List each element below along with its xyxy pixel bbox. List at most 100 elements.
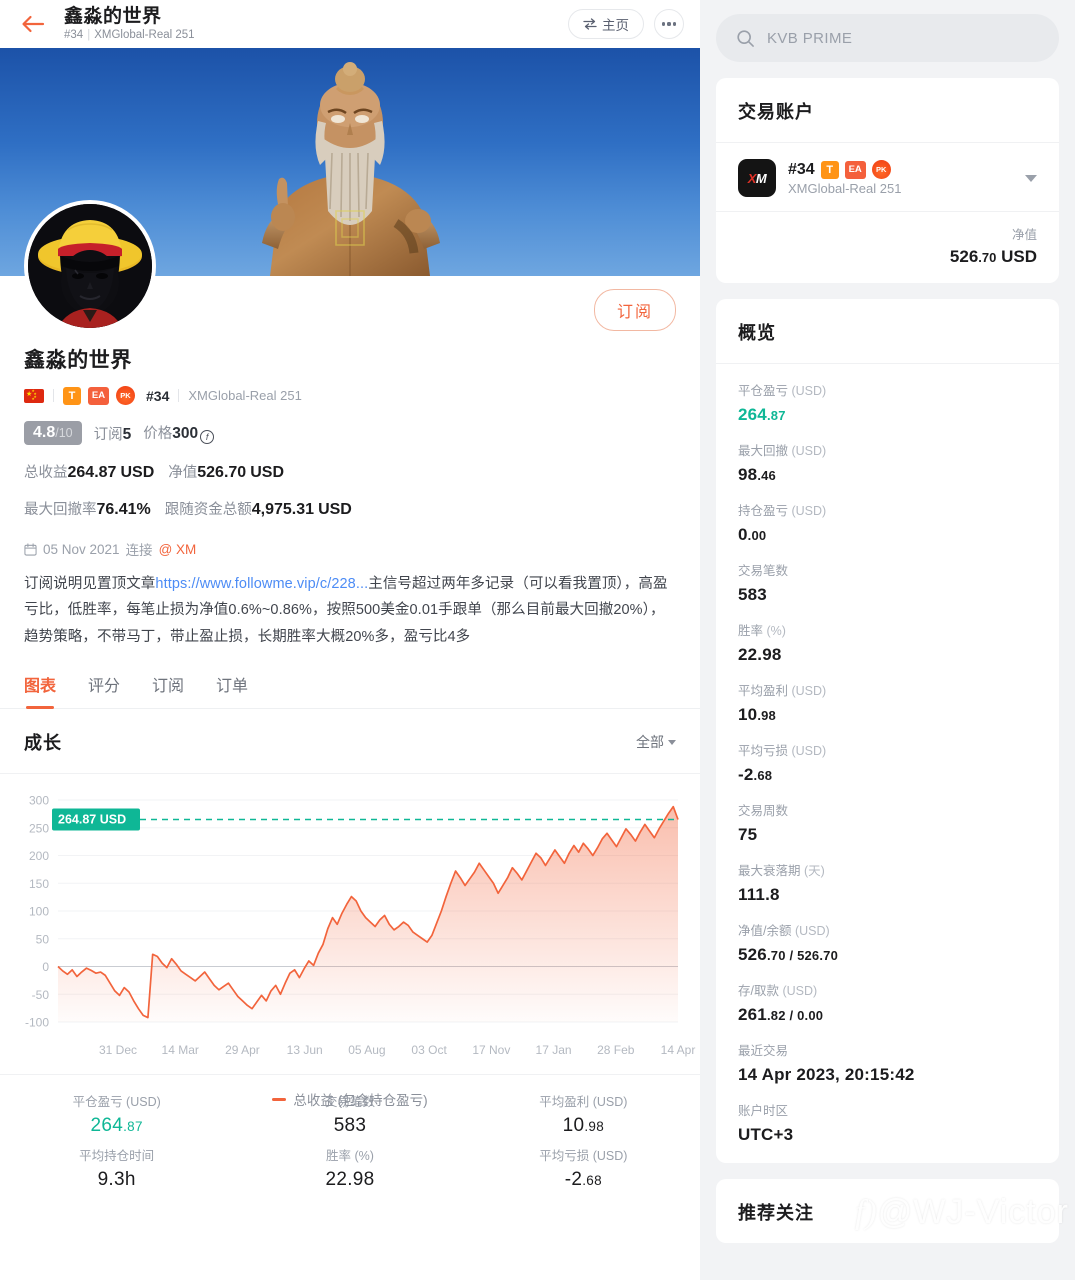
search-input[interactable]: KVB PRIME [767,30,852,47]
stat-value: 9.3h [97,1169,136,1191]
overview-item: 净值/余额 (USD) 526.70 / 526.70 [738,920,1037,965]
xm-broker-logo-icon: XM [738,159,776,197]
rating-score: 4.8 [33,424,56,441]
price-info: 价格300 f [143,422,215,444]
transfer-arrows-icon [583,18,597,30]
profile-account-id: #34 [146,387,170,404]
overview-value: 0.00 [738,525,767,544]
recommend-title: 推荐关注 [738,1203,814,1223]
top-bar: 鑫淼的世界 #34 | XMGlobal-Real 251 主页 [0,0,700,48]
overview-value: 111.8 [738,885,780,904]
home-button[interactable]: 主页 [568,9,644,39]
stat-cell: 平均持仓时间 9.3h [0,1145,233,1191]
follow-funds-label: 跟随资金总额 [164,502,252,518]
subscriber-label: 订阅 [93,426,123,443]
recommend-card: 推荐关注 [716,1179,1059,1243]
app-root: 鑫淼的世界 #34 | XMGlobal-Real 251 主页 订阅 鑫淼的世… [0,0,1075,1280]
account-top-line: #34 T EA PK [788,160,1013,179]
legend-color-swatch [272,1097,287,1101]
stat-cell: 平均亏损 (USD) -2.68 [467,1145,700,1191]
overview-value: 98.46 [738,465,776,484]
overview-item: 交易笔数 583 [738,560,1037,605]
x-tick-label: 17 Nov [472,1043,510,1057]
total-return-row: 总收益264.87 USD 净值526.70 USD [24,461,676,482]
avatar[interactable] [24,200,156,332]
chart-period-filter[interactable]: 全部 [636,732,676,752]
ea-badge-icon: EA [88,386,109,405]
y-tick-label: 150 [29,877,49,891]
subscribe-button[interactable]: 订阅 [593,289,676,331]
equity-dec: .70 [978,250,997,265]
sidebar-account-server: XMGlobal-Real 251 [788,181,902,196]
y-tick-label: 200 [29,849,49,863]
overview-item: 最近交易 14 Apr 2023, 20:15:42 [738,1040,1037,1085]
equity-value: 526.70 USD [738,247,1037,267]
tab-rating[interactable]: 评分 [88,672,120,708]
equity-unit: USD [250,464,284,481]
x-tick-label: 29 Apr [225,1043,260,1057]
account-dropdown-icon[interactable] [1025,174,1037,182]
account-row[interactable]: XM #34 T EA PK XMGlobal-Real 251 [716,143,1059,211]
tab-subscription[interactable]: 订阅 [152,672,184,708]
search-bar[interactable]: KVB PRIME [716,14,1059,62]
x-tick-label: 17 Jan [536,1043,572,1057]
profile-description: 订阅说明见置顶文章https://www.followme.vip/c/228.… [24,571,676,650]
overview-item: 账户时区 UTC+3 [738,1100,1037,1145]
overview-value: -2.68 [738,765,773,784]
trader-badge-icon: T [63,386,81,405]
chart-period-label: 全部 [636,734,664,751]
overview-value: 10.98 [738,705,776,724]
chart-area-fill [58,806,678,1023]
overview-label: 最近交易 [738,1044,789,1058]
description-link[interactable]: https://www.followme.vip/c/228... [155,576,368,592]
connect-label: 连接 [125,543,153,558]
y-tick-label: 300 [29,794,49,808]
overview-item: 胜率 (%) 22.98 [738,620,1037,665]
account-info: #34 T EA PK XMGlobal-Real 251 [788,160,1013,196]
price-label: 价格 [143,426,173,442]
coin-icon: f [200,430,215,444]
back-button[interactable] [20,11,46,37]
follow-funds-value: 4,975.31 [251,501,315,518]
overview-label: 持仓盈亏 (USD) [738,504,827,518]
tab-orders[interactable]: 订单 [216,672,248,708]
overview-item: 最大回撤 (USD) 98.46 [738,440,1037,485]
top-bar-server: XMGlobal-Real 251 [94,29,195,42]
overview-item: 最大衰落期 (天) 111.8 [738,860,1037,905]
x-tick-label: 14 Apr [661,1043,696,1057]
overview-item: 持仓盈亏 (USD) 0.00 [738,500,1037,545]
broker-handle[interactable]: @ XM [159,542,197,557]
overview-label: 平仓盈亏 (USD) [738,384,827,398]
chart-title: 成长 [24,733,62,754]
overview-label: 净值/余额 (USD) [738,924,830,938]
chevron-down-icon [668,739,676,745]
description-pre: 订阅说明见置顶文章 [24,576,156,592]
overview-value: UTC+3 [738,1125,794,1144]
connection-row: 05 Nov 2021 连接 @ XM [24,539,676,559]
overview-label: 平均盈利 (USD) [738,684,827,698]
overview-label: 最大衰落期 (天) [738,864,825,878]
more-options-button[interactable] [654,9,684,39]
overview-label: 最大回撤 (USD) [738,444,827,458]
top-bar-account-id: #34 [64,29,84,42]
overview-item: 平均盈利 (USD) 10.98 [738,680,1037,725]
profile-server: XMGlobal-Real 251 [188,388,302,403]
overview-value: 583 [738,585,767,604]
max-drawdown-value: 76.41% [96,501,151,518]
chart-header: 成长 全部 [0,709,700,775]
y-tick-label: 100 [29,905,49,919]
overview-label: 平均亏损 (USD) [738,744,827,758]
chart-marker-label: 264.87 USD [58,813,126,827]
avatar-image [28,204,152,328]
tab-chart[interactable]: 图表 [24,672,56,708]
total-return-label: 总收益 [24,465,68,481]
stat-label: 胜率 (%) [326,1149,374,1164]
overview-value: 14 Apr 2023, 20:15:42 [738,1065,915,1084]
y-tick-label: -100 [25,1016,49,1030]
subscriber-count: 订阅5 [94,423,132,444]
calendar-icon [24,542,37,556]
home-button-label: 主页 [602,18,629,33]
overview-label: 胜率 (%) [738,624,786,638]
more-dots-icon [661,22,677,26]
stat-value: 22.98 [325,1169,375,1191]
